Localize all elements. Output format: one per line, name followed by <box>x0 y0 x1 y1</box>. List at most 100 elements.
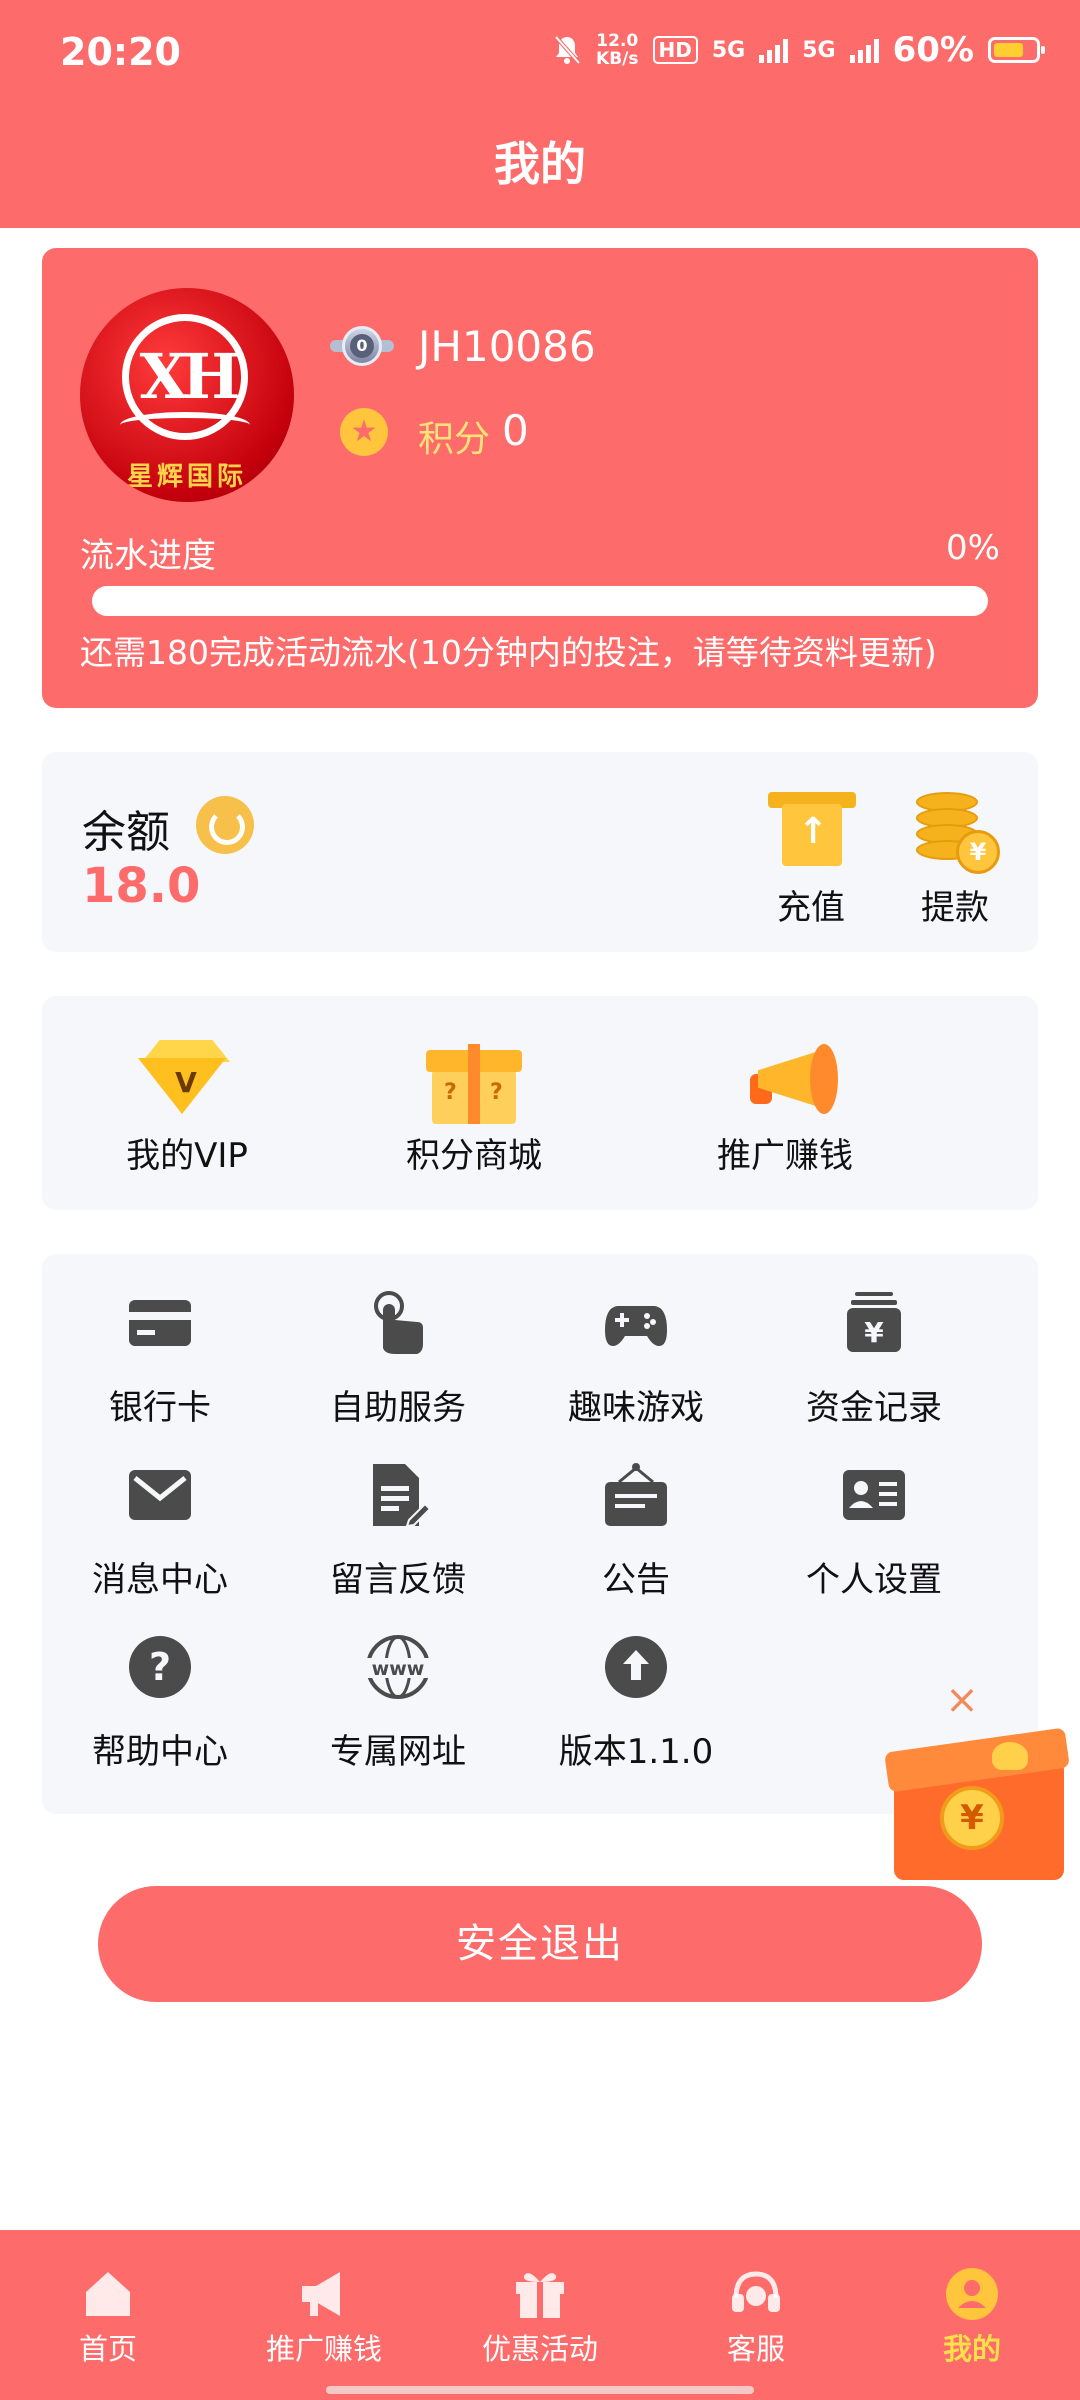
version-label: 版本1.1.0 <box>558 1732 714 1772</box>
hd-icon: HD <box>652 36 698 64</box>
megaphone-icon <box>302 2272 340 2316</box>
feedback-label: 留言反馈 <box>330 1560 466 1600</box>
status-icons: 12.0 KB/s HD 5G 5G 60% <box>552 30 1045 70</box>
profile-card: XH 星辉国际 0 JH10086 ★ 积分 0 流水进度 0% 还需180完成… <box>42 248 1038 708</box>
flow-progress-label: 流水进度 <box>80 536 216 576</box>
exclusive-url-button[interactable]: www 专属网址 <box>280 1618 510 1772</box>
nav-item-promote[interactable]: 推广赚钱 <box>216 2230 432 2370</box>
gift-box-icon: ?? <box>426 1044 522 1124</box>
level-badge-number: 0 <box>350 334 374 358</box>
promote-earn-button[interactable]: 推广赚钱 <box>650 1036 920 1186</box>
vip-diamond-v: V <box>175 1066 197 1099</box>
headset-icon <box>732 2271 780 2312</box>
www-icon: www <box>365 1635 431 1699</box>
megaphone-icon <box>746 1040 838 1126</box>
personal-settings-label: 个人设置 <box>806 1560 942 1600</box>
withdraw-label: 提款 <box>921 888 989 928</box>
signal-icon-2 <box>849 37 879 63</box>
nav-item-me[interactable]: 我的 <box>864 2230 1080 2370</box>
points-mall-label: 积分商城 <box>406 1136 542 1176</box>
logout-button[interactable]: 安全退出 <box>98 1886 982 2002</box>
header-bar: 20:20 12.0 KB/s HD 5G 5G 60% 我的 <box>0 0 1080 228</box>
points-value: 0 <box>502 406 529 455</box>
close-icon[interactable]: × <box>944 1680 980 1720</box>
nav-label-service: 客服 <box>726 2332 785 2366</box>
avatar[interactable]: XH 星辉国际 <box>80 288 294 502</box>
gamepad-icon <box>605 1306 667 1346</box>
sig1-label: 5G <box>711 37 746 63</box>
my-vip-label: 我的VIP <box>126 1136 248 1176</box>
home-icon <box>86 2272 130 2316</box>
fun-games-button[interactable]: 趣味游戏 <box>518 1274 748 1428</box>
upload-arrow-icon <box>605 1636 667 1698</box>
recharge-icon: ↑ <box>768 792 856 868</box>
balance-panel: 余额 18.0 ↑ 充值 ¥ 提款 <box>42 752 1038 952</box>
page-title: 我的 <box>494 137 586 191</box>
help-center-label: 帮助中心 <box>92 1732 228 1772</box>
announcement-button[interactable]: 公告 <box>518 1446 748 1600</box>
flow-progress-note: 还需180完成活动流水(10分钟内的投注，请等待资料更新) <box>80 633 937 672</box>
flow-progress-percent: 0% <box>946 528 1000 568</box>
id-card-icon <box>843 1470 905 1520</box>
version-button[interactable]: 版本1.1.0 <box>518 1618 748 1772</box>
home-indicator[interactable] <box>326 2386 754 2394</box>
features-panel: V 我的VIP ?? 积分商城 推广赚钱 <box>42 996 1038 1210</box>
bottom-nav: 首页 推广赚钱 优惠活动 客服 我的 <box>0 2230 1080 2400</box>
personal-settings-button[interactable]: 个人设置 <box>756 1446 986 1600</box>
bank-card-icon <box>129 1300 191 1346</box>
nav-label-promote: 推广赚钱 <box>265 2332 382 2366</box>
self-service-button[interactable]: 自助服务 <box>280 1274 510 1428</box>
nav-item-home[interactable]: 首页 <box>0 2230 216 2370</box>
points-mall-button[interactable]: ?? 积分商城 <box>344 1036 604 1186</box>
level-badge-icon: 0 <box>330 326 394 366</box>
username: JH10086 <box>418 322 596 371</box>
bank-card-label: 银行卡 <box>109 1388 211 1428</box>
message-center-button[interactable]: 消息中心 <box>42 1446 272 1600</box>
fun-games-label: 趣味游戏 <box>568 1388 704 1428</box>
help-center-button[interactable]: ? 帮助中心 <box>42 1618 272 1772</box>
nav-item-service[interactable]: 客服 <box>648 2230 864 2370</box>
gift-bow <box>992 1742 1028 1770</box>
balance-label: 余额 <box>82 807 170 858</box>
mute-bell-icon <box>554 35 581 65</box>
my-vip-button[interactable]: V 我的VIP <box>42 1036 332 1186</box>
signal-icon <box>759 37 789 63</box>
withdraw-button[interactable]: ¥ 提款 <box>900 792 1010 928</box>
exclusive-url-label: 专属网址 <box>330 1732 466 1772</box>
fund-record-icon: ¥ <box>847 1292 901 1352</box>
message-center-label: 消息中心 <box>92 1560 228 1600</box>
notice-board-icon <box>605 1463 667 1526</box>
svg-text:www: www <box>372 1658 425 1680</box>
net-speed-unit: KB/s <box>596 49 639 69</box>
mail-icon <box>129 1470 191 1520</box>
balance-value: 18.0 <box>82 858 201 914</box>
status-bar: 20:20 12.0 KB/s HD 5G 5G 60% <box>0 0 1080 106</box>
avatar-logo-wave <box>120 412 250 438</box>
points-label: 积分 <box>418 419 491 460</box>
svg-text:?: ? <box>149 1645 171 1689</box>
nav-item-promotions[interactable]: 优惠活动 <box>432 2230 648 2370</box>
svg-text:¥: ¥ <box>864 1316 884 1349</box>
refresh-icon[interactable] <box>196 796 254 854</box>
nav-label-me: 我的 <box>942 2332 1001 2366</box>
feedback-icon <box>373 1464 431 1528</box>
status-time: 20:20 <box>60 30 181 74</box>
self-service-label: 自助服务 <box>330 1388 466 1428</box>
fund-record-label: 资金记录 <box>806 1388 942 1428</box>
avatar-logo-text: XH <box>139 340 241 413</box>
avatar-caption: 星辉国际 <box>126 462 247 492</box>
tap-hand-icon <box>374 1291 423 1354</box>
feedback-button[interactable]: 留言反馈 <box>280 1446 510 1600</box>
recharge-label: 充值 <box>777 888 845 928</box>
nav-label-home: 首页 <box>78 2332 137 2366</box>
net-speed: 12.0 KB/s <box>596 32 638 68</box>
bank-card-button[interactable]: 银行卡 <box>42 1274 272 1428</box>
recharge-button[interactable]: ↑ 充值 <box>756 792 866 928</box>
floating-gift-promo[interactable]: × ¥ <box>882 1680 1080 1910</box>
announcement-label: 公告 <box>602 1560 670 1600</box>
yuan-coin-icon: ¥ <box>940 1786 1004 1850</box>
user-icon <box>946 2268 998 2320</box>
fund-record-button[interactable]: ¥ 资金记录 <box>756 1274 986 1428</box>
star-coin-icon: ★ <box>340 408 388 456</box>
nav-label-promotions: 优惠活动 <box>481 2332 598 2366</box>
